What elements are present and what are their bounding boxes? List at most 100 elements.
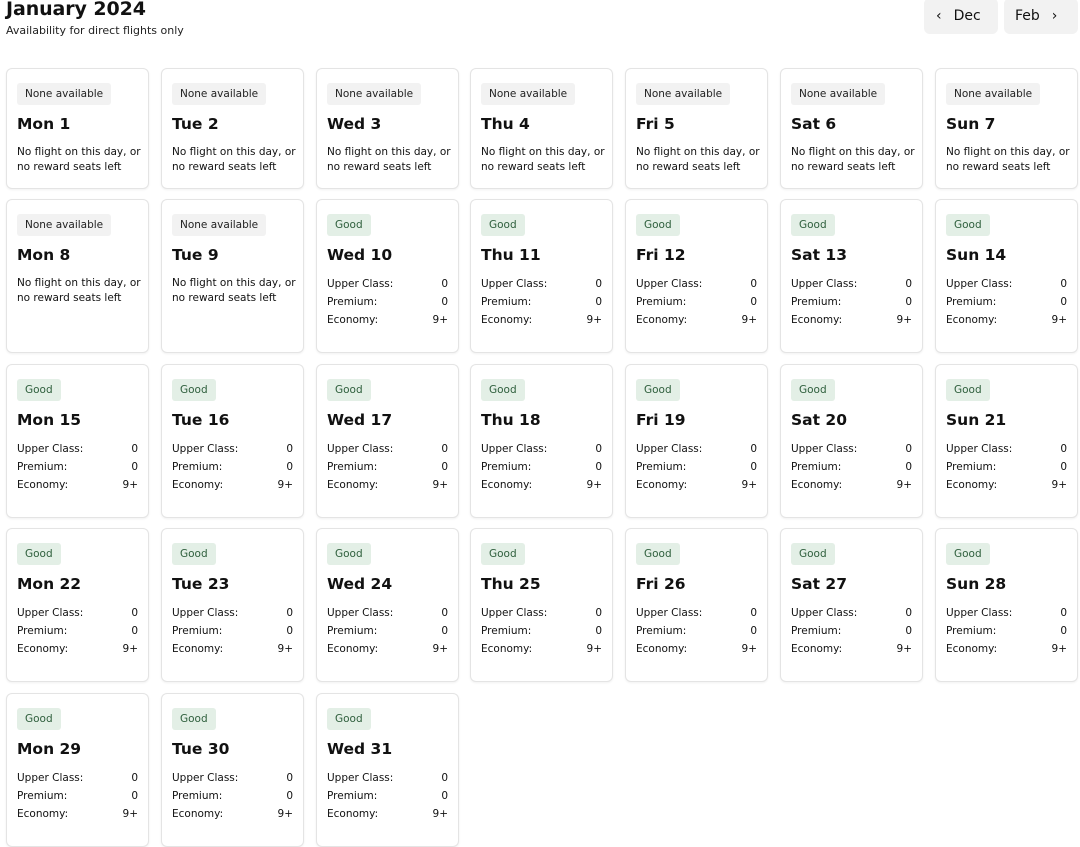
day-label: Sat 27 — [791, 575, 847, 593]
premium-seats: 0 — [750, 296, 757, 308]
premium-row: Premium: 0 — [636, 624, 757, 642]
prev-month-button[interactable]: ‹ Dec — [924, 0, 998, 34]
day-card[interactable]: Good Fri 19 Upper Class: 0 Premium: 0 Economy:… — [625, 364, 768, 518]
upper-class-seats: 0 — [750, 278, 757, 290]
day-label: Mon 29 — [17, 740, 82, 758]
no-flight-note: No flight on this day, or no reward seat… — [791, 146, 915, 173]
day-card[interactable]: Good Tue 23 Upper Class: 0 Premium: 0 Economy:… — [161, 528, 304, 682]
day-card[interactable]: Good Mon 22 Upper Class: 0 Premium: 0 Economy:… — [6, 528, 149, 682]
upper-class-row: Upper Class: 0 — [481, 442, 602, 460]
economy-row: Economy: 9+ — [791, 478, 912, 496]
economy-seats: 9+ — [432, 643, 448, 655]
day-card[interactable]: Good Sun 14 Upper Class: 0 Premium: 0 Economy:… — [935, 199, 1078, 353]
premium-row: Premium: 0 — [17, 460, 138, 478]
premium-seats: 0 — [131, 625, 138, 637]
upper-class-label: Upper Class: — [946, 278, 1013, 290]
premium-seats: 0 — [595, 625, 602, 637]
availability-rows: Upper Class: 0 Premium: 0 Economy: 9+ — [791, 277, 912, 331]
upper-class-seats: 0 — [905, 443, 912, 455]
day-card[interactable]: Good Wed 10 Upper Class: 0 Premium: 0 Economy:… — [316, 199, 459, 353]
status-badge: Good — [636, 214, 680, 236]
premium-seats: 0 — [905, 296, 912, 308]
premium-label: Premium: — [327, 625, 378, 637]
day-label: Wed 24 — [327, 575, 393, 593]
status-badge: Good — [481, 543, 525, 565]
day-card[interactable]: Good Fri 12 Upper Class: 0 Premium: 0 Economy:… — [625, 199, 768, 353]
upper-class-seats: 0 — [750, 443, 757, 455]
premium-seats: 0 — [595, 296, 602, 308]
day-card[interactable]: None available Wed 3 No flight on this day… — [316, 68, 459, 189]
day-label: Wed 3 — [327, 115, 382, 133]
next-month-button[interactable]: Feb › — [1004, 0, 1078, 34]
day-label: Sat 20 — [791, 411, 847, 429]
status-badge: Good — [636, 543, 680, 565]
day-label: Fri 26 — [636, 575, 686, 593]
upper-class-seats: 0 — [750, 607, 757, 619]
availability-rows: Upper Class: 0 Premium: 0 Economy: 9+ — [636, 606, 757, 660]
economy-seats: 9+ — [277, 643, 293, 655]
no-flight-note: No flight on this day, or no reward seat… — [636, 146, 760, 173]
day-card[interactable]: Good Wed 24 Upper Class: 0 Premium: 0 Economy:… — [316, 528, 459, 682]
economy-label: Economy: — [481, 314, 533, 326]
day-card[interactable]: Good Sat 13 Upper Class: 0 Premium: 0 Economy:… — [780, 199, 923, 353]
status-badge: Good — [327, 708, 371, 730]
day-card[interactable]: Good Fri 26 Upper Class: 0 Premium: 0 Economy:… — [625, 528, 768, 682]
day-card[interactable]: None available Sat 6 No flight on this day… — [780, 68, 923, 189]
premium-seats: 0 — [750, 461, 757, 473]
status-badge: Good — [791, 214, 835, 236]
upper-class-label: Upper Class: — [327, 607, 394, 619]
economy-row: Economy: 9+ — [327, 642, 448, 660]
premium-row: Premium: 0 — [946, 295, 1067, 313]
status-badge: None available — [481, 83, 576, 105]
premium-label: Premium: — [327, 461, 378, 473]
status-badge: Good — [481, 379, 525, 401]
economy-label: Economy: — [791, 314, 843, 326]
premium-row: Premium: 0 — [327, 460, 448, 478]
day-card[interactable]: Good Thu 11 Upper Class: 0 Premium: 0 Economy:… — [470, 199, 613, 353]
upper-class-seats: 0 — [286, 772, 293, 784]
day-card[interactable]: None available Thu 4 No flight on this day… — [470, 68, 613, 189]
premium-row: Premium: 0 — [791, 295, 912, 313]
premium-row: Premium: 0 — [636, 460, 757, 478]
day-label: Sun 21 — [946, 411, 1007, 429]
availability-rows: Upper Class: 0 Premium: 0 Economy: 9+ — [636, 277, 757, 331]
day-card[interactable]: Good Mon 29 Upper Class: 0 Premium: 0 Economy:… — [6, 693, 149, 847]
premium-label: Premium: — [481, 461, 532, 473]
premium-row: Premium: 0 — [172, 789, 293, 807]
upper-class-seats: 0 — [286, 607, 293, 619]
economy-seats: 9+ — [1051, 314, 1067, 326]
day-label: Sat 6 — [791, 115, 837, 133]
premium-seats: 0 — [905, 625, 912, 637]
day-card[interactable]: Good Thu 18 Upper Class: 0 Premium: 0 Economy:… — [470, 364, 613, 518]
economy-label: Economy: — [636, 643, 688, 655]
availability-rows: Upper Class: 0 Premium: 0 Economy: 9+ — [791, 606, 912, 660]
day-card[interactable]: Good Tue 30 Upper Class: 0 Premium: 0 Economy:… — [161, 693, 304, 847]
day-label: Wed 31 — [327, 740, 393, 758]
day-card[interactable]: None available Tue 9 No flight on this day… — [161, 199, 304, 353]
day-card[interactable]: None available Mon 1 No flight on this day… — [6, 68, 149, 189]
day-card[interactable]: None available Fri 5 No flight on this day… — [625, 68, 768, 189]
day-card[interactable]: None available Sun 7 No flight on this day… — [935, 68, 1078, 189]
day-card[interactable]: Good Wed 17 Upper Class: 0 Premium: 0 Economy:… — [316, 364, 459, 518]
economy-label: Economy: — [327, 479, 379, 491]
day-card[interactable]: Good Mon 15 Upper Class: 0 Premium: 0 Economy:… — [6, 364, 149, 518]
day-card[interactable]: Good Sat 27 Upper Class: 0 Premium: 0 Economy:… — [780, 528, 923, 682]
upper-class-seats: 0 — [131, 772, 138, 784]
upper-class-row: Upper Class: 0 — [946, 442, 1067, 460]
upper-class-row: Upper Class: 0 — [636, 442, 757, 460]
day-card[interactable]: Good Sun 28 Upper Class: 0 Premium: 0 Economy:… — [935, 528, 1078, 682]
upper-class-row: Upper Class: 0 — [17, 771, 138, 789]
day-card[interactable]: None available Tue 2 No flight on this day… — [161, 68, 304, 189]
day-card[interactable]: Good Thu 25 Upper Class: 0 Premium: 0 Economy:… — [470, 528, 613, 682]
premium-seats: 0 — [131, 790, 138, 802]
no-flight-note: No flight on this day, or no reward seat… — [946, 146, 1070, 173]
no-flight-note: No flight on this day, or no reward seat… — [172, 277, 296, 304]
day-label: Thu 11 — [481, 246, 541, 264]
day-card[interactable]: Good Wed 31 Upper Class: 0 Premium: 0 Economy:… — [316, 693, 459, 847]
upper-class-label: Upper Class: — [172, 443, 239, 455]
day-card[interactable]: Good Tue 16 Upper Class: 0 Premium: 0 Economy:… — [161, 364, 304, 518]
day-card[interactable]: Good Sat 20 Upper Class: 0 Premium: 0 Economy:… — [780, 364, 923, 518]
day-card[interactable]: None available Mon 8 No flight on this day… — [6, 199, 149, 353]
day-card[interactable]: Good Sun 21 Upper Class: 0 Premium: 0 Economy:… — [935, 364, 1078, 518]
economy-row: Economy: 9+ — [636, 313, 757, 331]
